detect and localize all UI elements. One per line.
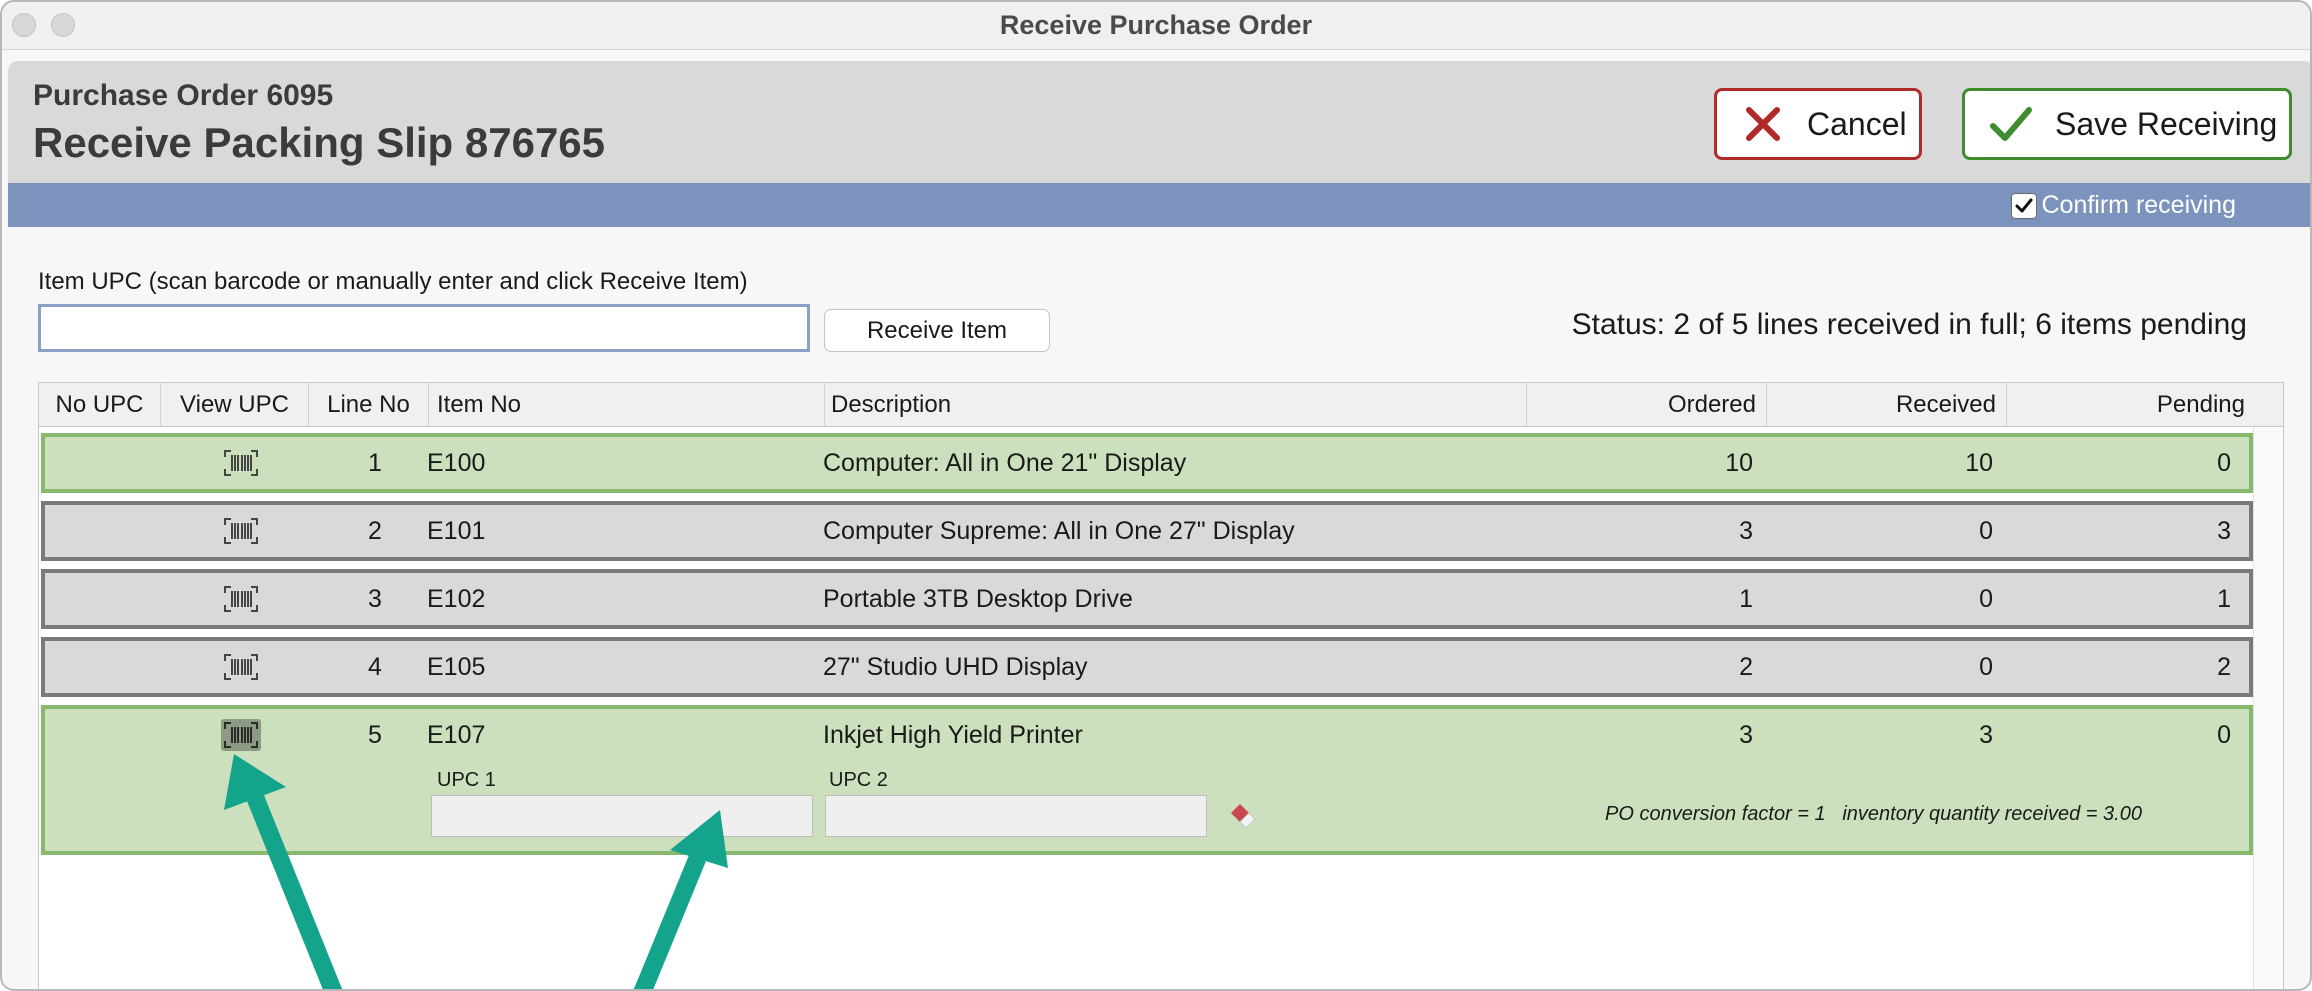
- pending-qty: 1: [2217, 585, 2231, 613]
- ordered-qty: 10: [1725, 449, 1753, 477]
- ordered-qty: 3: [1739, 517, 1753, 545]
- line-no: 5: [368, 721, 382, 749]
- description: Computer: All in One 21" Display: [823, 449, 1187, 477]
- confirm-receiving-option[interactable]: Confirm receiving: [2011, 191, 2236, 220]
- table-header: No UPC View UPC Line No Item No Descript…: [39, 383, 2283, 427]
- item-upc-label: Item UPC (scan barcode or manually enter…: [38, 268, 748, 295]
- barcode-icon[interactable]: [221, 719, 261, 751]
- view-upc-cell: [167, 709, 315, 761]
- upc2-label: UPC 2: [829, 769, 888, 791]
- ordered-qty: 3: [1739, 721, 1753, 749]
- upc1-input[interactable]: [431, 795, 813, 837]
- save-receiving-button[interactable]: Save Receiving: [1962, 88, 2292, 160]
- page-title: Receive Packing Slip 876765: [33, 119, 606, 166]
- confirm-receiving-label: Confirm receiving: [2041, 191, 2236, 219]
- table-scrollbar[interactable]: [2253, 427, 2283, 989]
- header-panel: Purchase Order 6095 Receive Packing Slip…: [8, 61, 2310, 183]
- x-icon: [1741, 102, 1785, 146]
- item-no: E101: [427, 517, 486, 545]
- pending-qty: 0: [2217, 721, 2231, 749]
- barcode-icon[interactable]: [223, 517, 259, 545]
- description: Computer Supreme: All in One 27" Display: [823, 517, 1295, 545]
- cancel-label: Cancel: [1807, 105, 1907, 142]
- description: 27" Studio UHD Display: [823, 653, 1088, 681]
- eraser-icon[interactable]: [1227, 799, 1259, 831]
- upc2-input[interactable]: [825, 795, 1207, 837]
- view-upc-cell: [167, 437, 315, 489]
- item-upc-input[interactable]: [38, 304, 810, 352]
- save-receiving-label: Save Receiving: [2055, 105, 2278, 142]
- ordered-qty: 2: [1739, 653, 1753, 681]
- column-header-no-upc[interactable]: No UPC: [39, 383, 161, 427]
- no-upc-cell: [45, 709, 167, 761]
- pending-qty: 0: [2217, 449, 2231, 477]
- item-no: E100: [427, 449, 486, 477]
- receiving-status: Status: 2 of 5 lines received in full; 6…: [1571, 308, 2247, 341]
- line-no: 2: [368, 517, 382, 545]
- view-upc-cell: [167, 641, 315, 693]
- column-header-view-upc[interactable]: View UPC: [161, 383, 309, 427]
- ordered-qty: 1: [1739, 585, 1753, 613]
- line-no: 1: [368, 449, 382, 477]
- received-qty: 0: [1979, 585, 1993, 613]
- view-upc-cell: [167, 573, 315, 625]
- barcode-icon[interactable]: [223, 653, 259, 681]
- upc1-label: UPC 1: [437, 769, 496, 791]
- item-no: E105: [427, 653, 486, 681]
- table-row-expanded[interactable]: 5 E107 Inkjet High Yield Printer 3 3 0 U…: [41, 705, 2253, 855]
- conversion-note: PO conversion factor = 1 inventory quant…: [1605, 803, 2142, 825]
- checkmark-icon: [1989, 102, 2033, 146]
- received-qty: 0: [1979, 653, 1993, 681]
- no-upc-cell: [45, 573, 167, 625]
- column-header-description[interactable]: Description: [825, 383, 1527, 427]
- received-qty: 10: [1965, 449, 1993, 477]
- no-upc-cell: [45, 505, 167, 557]
- pending-qty: 2: [2217, 653, 2231, 681]
- confirm-receiving-checkbox[interactable]: [2011, 192, 2038, 219]
- options-band: Confirm receiving: [8, 183, 2310, 227]
- po-lines-table: No UPC View UPC Line No Item No Descript…: [38, 382, 2284, 989]
- item-no: E102: [427, 585, 486, 613]
- title-bar: Receive Purchase Order: [2, 2, 2310, 50]
- description: Portable 3TB Desktop Drive: [823, 585, 1133, 613]
- received-qty: 3: [1979, 721, 1993, 749]
- received-qty: 0: [1979, 517, 1993, 545]
- table-row[interactable]: 4 E105 27" Studio UHD Display 2 0 2: [41, 637, 2253, 697]
- column-header-ordered[interactable]: Ordered: [1527, 383, 1767, 427]
- no-upc-cell: [45, 641, 167, 693]
- table-row[interactable]: 3 E102 Portable 3TB Desktop Drive 1 0 1: [41, 569, 2253, 629]
- po-number: Purchase Order 6095: [33, 79, 334, 112]
- receive-item-button[interactable]: Receive Item: [824, 309, 1050, 352]
- column-header-item-no[interactable]: Item No: [429, 383, 825, 427]
- table-row[interactable]: 2 E101 Computer Supreme: All in One 27" …: [41, 501, 2253, 561]
- window-title: Receive Purchase Order: [999, 10, 1313, 40]
- no-upc-cell: [45, 437, 167, 489]
- line-no: 4: [368, 653, 382, 681]
- item-no: E107: [427, 721, 486, 749]
- description: Inkjet High Yield Printer: [823, 721, 1083, 749]
- barcode-icon[interactable]: [223, 449, 259, 477]
- cancel-button[interactable]: Cancel: [1714, 88, 1922, 160]
- line-no: 3: [368, 585, 382, 613]
- barcode-icon[interactable]: [223, 585, 259, 613]
- receive-po-window: Receive Purchase Order Purchase Order 60…: [0, 0, 2312, 991]
- table-row[interactable]: 1 E100 Computer: All in One 21" Display …: [41, 433, 2253, 493]
- pending-qty: 3: [2217, 517, 2231, 545]
- view-upc-cell: [167, 505, 315, 557]
- column-header-received[interactable]: Received: [1767, 383, 2007, 427]
- column-header-pending[interactable]: Pending: [2007, 383, 2255, 427]
- column-header-line-no[interactable]: Line No: [309, 383, 429, 427]
